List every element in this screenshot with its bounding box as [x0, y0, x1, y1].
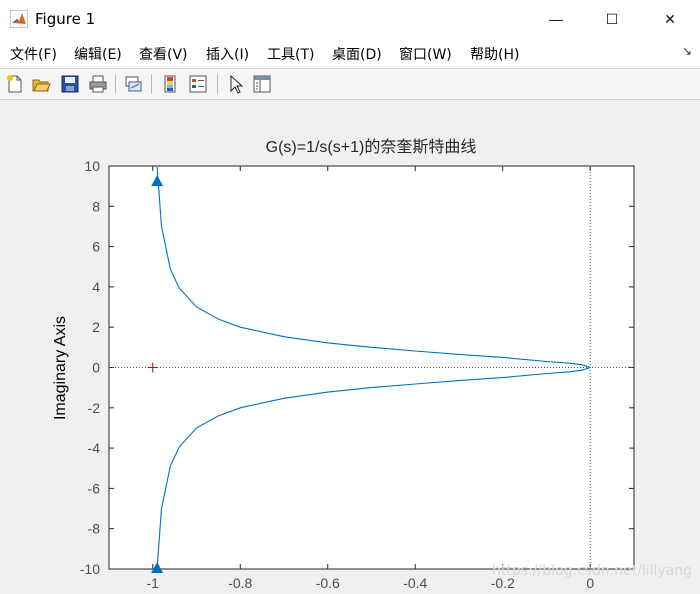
y-tick-label: -2	[88, 400, 101, 416]
toolbar-separator	[115, 74, 116, 94]
menu-tools[interactable]: 工具(T)	[267, 44, 314, 64]
menu-file[interactable]: 文件(F)	[10, 44, 57, 64]
edit-plot-icon[interactable]	[226, 74, 246, 94]
menu-help[interactable]: 帮助(H)	[470, 44, 519, 64]
figure-toolbar	[0, 69, 700, 100]
property-inspector-icon[interactable]	[252, 74, 272, 94]
insert-legend-icon[interactable]	[188, 74, 208, 94]
y-tick-label: 10	[84, 158, 100, 174]
toolbar-separator	[217, 74, 218, 94]
y-tick-label: 8	[92, 198, 100, 214]
maximize-button[interactable]: ☐	[584, 0, 640, 38]
y-tick-label: 4	[92, 279, 100, 295]
y-tick-label: 6	[92, 239, 100, 255]
print-icon[interactable]	[88, 74, 108, 94]
save-icon[interactable]	[60, 74, 80, 94]
x-tick-label: -1	[147, 575, 160, 589]
menu-insert[interactable]: 插入(I)	[206, 44, 249, 64]
menu-view[interactable]: 查看(V)	[139, 44, 188, 64]
matlab-logo-icon	[10, 10, 28, 28]
y-tick-label: -8	[88, 521, 101, 537]
window-titlebar: Figure 1 — ☐ ✕	[0, 0, 700, 38]
x-tick-label: -0.8	[228, 575, 252, 589]
y-tick-label: -10	[80, 561, 100, 577]
nyquist-chart[interactable]: G(s)=1/s(s+1)的奈奎斯特曲线 Imaginary Axis -1 -0…	[0, 100, 700, 591]
y-tick-label: -6	[88, 480, 101, 496]
menu-bar: 文件(F) 编辑(E) 查看(V) 插入(I) 工具(T) 桌面(D) 窗口(W…	[0, 38, 700, 69]
y-tick-label: 2	[92, 319, 100, 335]
y-tick-label: 0	[92, 360, 100, 376]
menu-desktop[interactable]: 桌面(D)	[332, 44, 382, 64]
y-axis-label: Imaginary Axis	[52, 316, 69, 420]
x-tick-label: -0.6	[316, 575, 340, 589]
chart-title: G(s)=1/s(s+1)的奈奎斯特曲线	[266, 138, 477, 156]
insert-colorbar-icon[interactable]	[160, 74, 180, 94]
link-plot-icon[interactable]	[123, 74, 143, 94]
x-tick-label: -0.4	[403, 575, 427, 589]
figure-canvas: G(s)=1/s(s+1)的奈奎斯特曲线 Imaginary Axis -1 -0…	[0, 100, 700, 591]
y-tick-label: -4	[88, 440, 101, 456]
window-title: Figure 1	[35, 10, 96, 28]
toolbar-separator	[151, 74, 152, 94]
new-figure-icon[interactable]	[5, 74, 25, 94]
close-button[interactable]: ✕	[642, 0, 698, 38]
watermark-text: https://blog.csdn.net/lillyang	[492, 563, 692, 579]
open-file-icon[interactable]	[31, 74, 51, 94]
undock-arrow-icon[interactable]: ↘	[682, 44, 692, 58]
menu-window[interactable]: 窗口(W)	[399, 44, 452, 64]
menu-edit[interactable]: 编辑(E)	[74, 44, 122, 64]
minimize-button[interactable]: —	[528, 0, 584, 38]
